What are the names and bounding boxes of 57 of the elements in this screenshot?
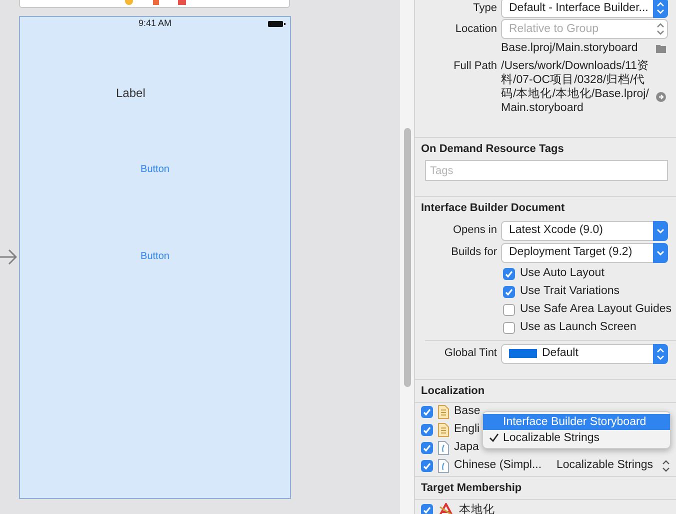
checkbox[interactable] xyxy=(421,442,433,454)
language-name: Engli xyxy=(454,422,480,438)
field-label: Type xyxy=(472,0,498,16)
section-title: Target Membership xyxy=(420,480,523,496)
field-label: Full Path xyxy=(452,58,498,74)
stepper-icon xyxy=(662,460,670,472)
strings-file-icon xyxy=(438,440,449,455)
storyboard-file-icon xyxy=(438,404,449,419)
stepper-icon[interactable] xyxy=(653,0,668,18)
section-title: Localization xyxy=(420,384,486,399)
option-label: Use as Launch Screen xyxy=(520,320,636,335)
tags-field[interactable]: Tags xyxy=(425,160,668,182)
label-view[interactable]: Label xyxy=(116,86,146,102)
checkmark-icon xyxy=(489,433,499,442)
full-path: /Users/work/Downloads/11资料/07-OC项目/0328/归档/代码/本地化/本地化/Base.lproj/Main.storyboard xyxy=(501,58,650,115)
checkbox[interactable] xyxy=(421,406,433,418)
checkbox[interactable] xyxy=(503,304,515,316)
file-type-popup[interactable]: Localizable Strings xyxy=(556,458,653,474)
color-swatch xyxy=(509,349,537,358)
chevron-icon[interactable] xyxy=(653,242,668,263)
menu-item[interactable]: Interface Builder Storyboard xyxy=(483,414,670,430)
option-label: Use Safe Area Layout Guides xyxy=(520,302,672,317)
chevron-icon[interactable] xyxy=(653,220,668,241)
battery-icon xyxy=(268,21,286,27)
popup-button[interactable]: Deployment Target (9.2) xyxy=(501,242,668,263)
arrow-icon xyxy=(656,92,666,102)
checkbox[interactable] xyxy=(421,424,433,436)
target-name: 本地化 xyxy=(459,502,495,514)
field-label: Global Tint xyxy=(443,346,498,361)
checkbox[interactable] xyxy=(503,268,515,280)
language-name: Chinese (Simpl... xyxy=(454,458,542,474)
section-title: Interface Builder Document xyxy=(420,201,566,216)
field-label: Opens in xyxy=(452,223,498,238)
file-path: Base.lproj/Main.storyboard xyxy=(501,41,638,56)
language-name: Base xyxy=(454,404,480,420)
popup-button[interactable]: Latest Xcode (9.0) xyxy=(501,220,668,241)
tint-popup[interactable]: Default xyxy=(501,344,668,364)
storyboard-file-icon xyxy=(438,422,449,437)
menu-item[interactable]: Localizable Strings xyxy=(483,430,670,446)
option-label: Use Trait Variations xyxy=(520,284,620,299)
popup-button[interactable]: Default - Interface Builder... xyxy=(501,0,668,18)
status-time: 9:41 AM xyxy=(137,18,173,30)
entry-arrow-icon xyxy=(0,248,17,266)
field-label: Location xyxy=(454,22,498,36)
folder-icon xyxy=(656,44,666,53)
checkbox[interactable] xyxy=(503,286,515,298)
section-title: On Demand Resource Tags xyxy=(420,142,565,157)
scrollbar-thumb[interactable] xyxy=(404,128,411,387)
stepper-icon[interactable] xyxy=(653,344,668,364)
strings-file-icon xyxy=(438,458,449,473)
field-label: Builds for xyxy=(450,245,498,260)
checkbox[interactable] xyxy=(421,504,433,514)
language-name: Japa xyxy=(454,440,479,456)
checkbox[interactable] xyxy=(503,322,515,334)
option-label: Use Auto Layout xyxy=(520,266,604,281)
checkbox[interactable] xyxy=(421,460,433,472)
app-target-icon xyxy=(438,502,454,514)
